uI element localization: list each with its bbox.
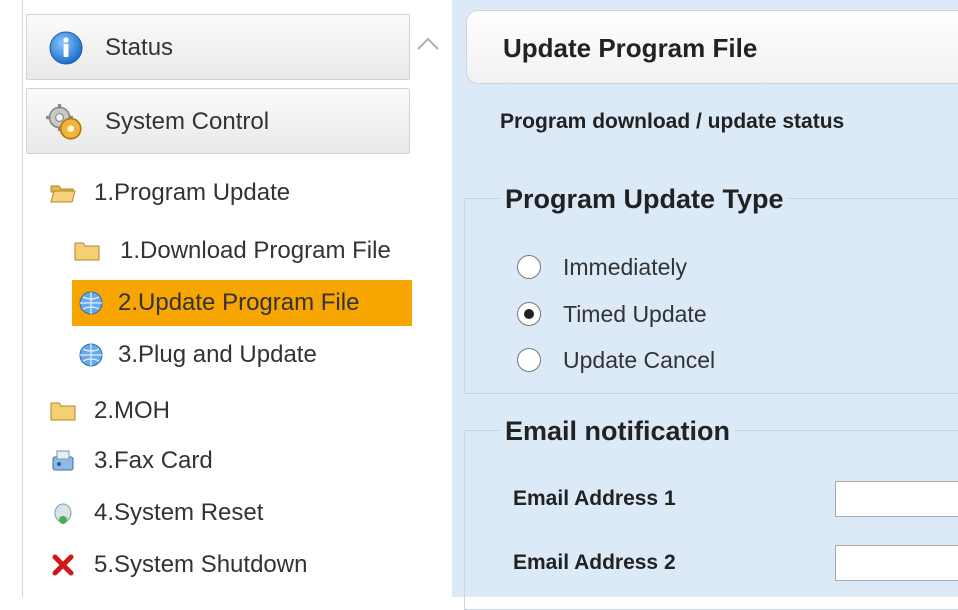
page-title: Update Program File	[503, 33, 758, 63]
sidebar: Status System Control 1.Program Update 1…	[0, 0, 440, 597]
tree-item-label: 1.Program Update	[94, 179, 291, 206]
tree-item-moh[interactable]: 2.MOH	[50, 388, 410, 434]
status-text: Program download / update status	[500, 110, 845, 133]
radio-button[interactable]	[517, 348, 541, 372]
nav-panel-label: Status	[105, 34, 174, 61]
sidebar-border	[22, 0, 23, 597]
tree-item-update-program-file[interactable]: 2.Update Program File	[72, 280, 412, 326]
tree-item-label: 5.System Shutdown	[94, 551, 308, 578]
email-address-1-input[interactable]	[835, 481, 958, 517]
tree-item-label: 3.Fax Card	[94, 447, 213, 474]
folder-open-icon	[50, 185, 76, 203]
globe-icon	[79, 291, 103, 315]
radio-label: Timed Update	[563, 301, 707, 327]
folder-icon	[74, 242, 100, 261]
radio-dot	[524, 309, 534, 319]
email-legend: Email notification	[501, 414, 735, 448]
radio-label: Immediately	[563, 254, 687, 280]
update-type-legend: Program Update Type	[501, 182, 788, 216]
tree-item-label: 2.Update Program File	[118, 289, 360, 316]
tree-item-fax-card[interactable]: 3.Fax Card	[50, 438, 410, 484]
fax-icon	[52, 450, 74, 471]
email-address-2-input[interactable]	[835, 545, 958, 581]
radio-label: Update Cancel	[563, 347, 716, 373]
email-address-1-label: Email Address 1	[513, 487, 676, 510]
folder-icon	[50, 402, 76, 421]
tree-item-label: 2.MOH	[94, 397, 171, 424]
tree-item-label: 4.System Reset	[94, 499, 264, 526]
email-fieldset: Email notification Email Address 1 Email…	[464, 414, 958, 610]
tree-item-plug-and-update[interactable]: 3.Plug and Update	[72, 332, 412, 378]
radio-button[interactable]	[517, 255, 541, 279]
tree-item-label: 1.Download Program File	[120, 237, 391, 264]
reset-icon	[54, 503, 72, 524]
globe-icon	[79, 343, 103, 367]
radio-button-checked[interactable]	[517, 302, 541, 326]
tree-item-system-shutdown[interactable]: 5.System Shutdown	[50, 542, 410, 588]
main-content: Update Program File Program download / u…	[452, 0, 958, 610]
gears-icon	[46, 104, 82, 140]
tree-item-system-reset[interactable]: 4.System Reset	[50, 490, 410, 536]
title-bar: Update Program File	[466, 10, 958, 84]
shutdown-x-icon	[52, 554, 74, 576]
nav-panel-system-control[interactable]: System Control	[26, 88, 410, 154]
nav-panel-status[interactable]: Status	[26, 14, 410, 80]
tree-item-download-program-file[interactable]: 1.Download Program File	[74, 228, 412, 274]
tree-item-program-update[interactable]: 1.Program Update	[50, 170, 410, 216]
email-address-2-label: Email Address 2	[513, 551, 676, 574]
chevron-up-icon[interactable]	[414, 30, 442, 58]
update-type-fieldset: Program Update Type Immediately Timed Up…	[464, 182, 958, 394]
info-icon	[49, 31, 83, 65]
tree-item-label: 3.Plug and Update	[118, 341, 317, 368]
nav-panel-label: System Control	[105, 108, 270, 135]
